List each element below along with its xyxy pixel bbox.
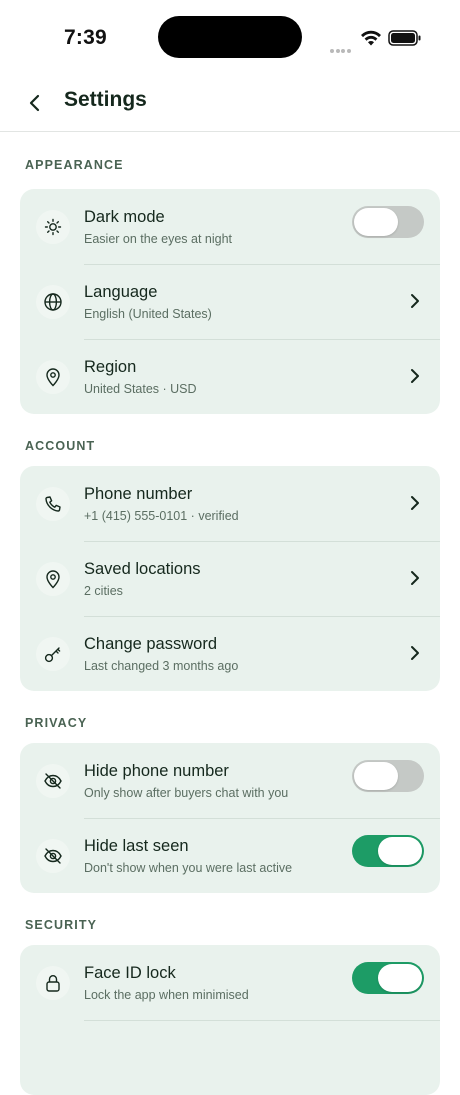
toggle-knob [354,762,398,790]
status-icons [330,28,430,53]
globe-icon [36,285,70,319]
row-title: Hide last seen [84,837,189,855]
section-title-appearance: APPEARANCE [25,158,124,172]
status-time: 7:39 [64,26,107,49]
location-pin-icon [36,562,70,596]
account-card: Phone number +1 (415) 555-0101 · verifie… [20,466,440,691]
chevron-right-icon [411,294,419,308]
row-title: Region [84,358,137,376]
toggle-knob [378,837,422,865]
battery-icon [388,30,421,46]
chevron-right-icon [411,496,419,510]
nav-header: Settings [0,76,460,132]
sun-icon [36,210,70,244]
section-title-privacy: PRIVACY [25,716,88,730]
lock-icon [36,966,70,1000]
eye-off-icon [36,764,70,798]
row-subtitle: 2 cities [84,584,123,598]
chevron-right-icon [411,646,419,660]
row-title: Change password [84,635,217,653]
row-language[interactable]: Language English (United States) [20,264,440,339]
chevron-right-icon [411,571,419,585]
row-subtitle: Don't show when you were last active [84,861,293,875]
row-subtitle: +1 (415) 555-0101 · verified [84,509,239,523]
row-hide-phone-number[interactable]: Hide phone number Only show after buyers… [20,743,440,818]
row-subtitle: Easier on the eyes at night [84,232,233,246]
row-title: Hide phone number [84,762,229,780]
toggle-knob [378,964,422,992]
phone-icon [36,487,70,521]
row-title: Language [84,283,158,301]
hide-phone-toggle[interactable] [352,760,424,792]
hide-last-seen-toggle[interactable] [352,835,424,867]
appearance-card: Dark mode Easier on the eyes at night La… [20,189,440,414]
security-card: Face ID lock Lock the app when minimised [20,945,440,1095]
row-saved-locations[interactable]: Saved locations 2 cities [20,541,440,616]
row-title: Face ID lock [84,964,176,982]
row-title: Saved locations [84,560,201,578]
settings-list: APPEARANCE Dark mode Easier on the eyes … [0,133,460,1095]
row-phone-number[interactable]: Phone number +1 (415) 555-0101 · verifie… [20,466,440,541]
eye-off-icon [36,839,70,873]
page-title: Settings [64,88,147,111]
row-title: Phone number [84,485,193,503]
row-dark-mode[interactable]: Dark mode Easier on the eyes at night [20,189,440,264]
chevron-right-icon [411,369,419,383]
row-hide-last-seen[interactable]: Hide last seen Don't show when you were … [20,818,440,893]
signal-icon [330,40,352,58]
row-region[interactable]: Region United States · USD [20,339,440,414]
dynamic-island [158,16,302,58]
row-face-id-lock[interactable]: Face ID lock Lock the app when minimised [20,945,440,1020]
row-change-password[interactable]: Change password Last changed 3 months ag… [20,616,440,691]
row-subtitle: United States · USD [84,382,197,396]
back-button[interactable] [22,90,48,116]
chevron-left-icon [29,94,40,112]
wifi-icon [361,30,381,46]
face-id-toggle[interactable] [352,962,424,994]
key-icon [36,637,70,671]
section-title-security: SECURITY [25,918,98,932]
row-subtitle: Only show after buyers chat with you [84,786,289,800]
status-bar: 7:39 [0,0,460,76]
row-subtitle: Last changed 3 months ago [84,659,239,673]
row-subtitle: English (United States) [84,307,212,321]
dark-mode-toggle[interactable] [352,206,424,238]
row-next-partial [20,1020,440,1095]
section-title-account: ACCOUNT [25,439,96,453]
toggle-knob [354,208,398,236]
location-pin-icon [36,360,70,394]
privacy-card: Hide phone number Only show after buyers… [20,743,440,893]
row-title: Dark mode [84,208,165,226]
